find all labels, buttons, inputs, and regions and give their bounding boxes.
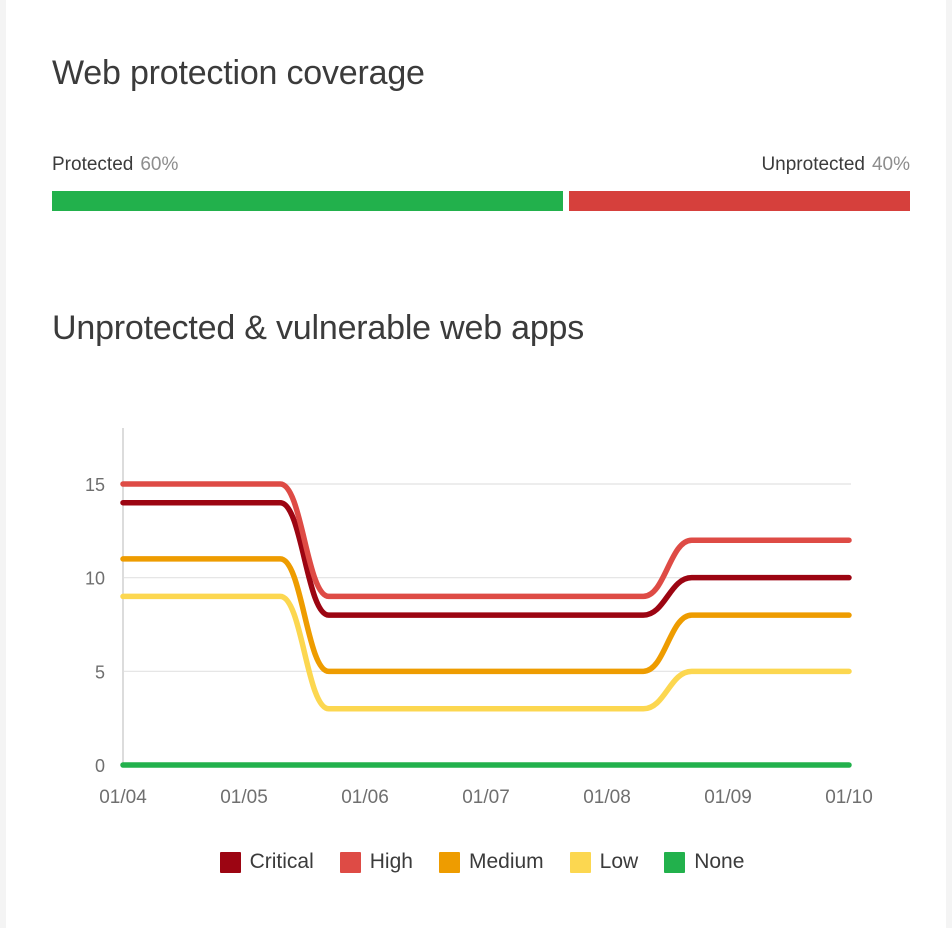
- legend-swatch-none-icon: [664, 851, 686, 873]
- chart-legend: Critical High Medium Low None: [6, 850, 946, 874]
- unprotected-value: 40%: [871, 154, 910, 175]
- coverage-bar-labels: Protected 60% Unprotected 40%: [52, 152, 910, 178]
- chart-y-tick-label: 15: [85, 475, 105, 495]
- unprotected-label: Unprotected: [761, 154, 865, 175]
- chart-y-tick-label: 0: [95, 756, 105, 776]
- coverage-bar-unprotected-segment[interactable]: [569, 191, 910, 211]
- legend-item-high[interactable]: High: [339, 850, 413, 874]
- legend-label: None: [694, 850, 745, 873]
- web-protection-panel: Web protection coverage Protected 60% Un…: [0, 0, 952, 928]
- coverage-section-title: Web protection coverage: [52, 54, 425, 92]
- chart-title: Unprotected & vulnerable web apps: [52, 309, 585, 347]
- legend-swatch-medium-icon: [438, 851, 460, 873]
- coverage-bar-protected-segment[interactable]: [52, 191, 564, 211]
- legend-item-medium[interactable]: Medium: [438, 850, 544, 874]
- vulnerable-web-apps-chart: 0 5 10 15 01/04 01/05 01/06 01/07 01/08 01/09 01/1…: [6, 400, 946, 840]
- chart-x-tick-label: 01/07: [462, 787, 510, 808]
- legend-item-low[interactable]: Low: [569, 850, 639, 874]
- legend-swatch-critical-icon: [219, 851, 241, 873]
- chart-plot-area: 0 5 10 15 01/04 01/05 01/06 01/07 01/08 01/09 01/1…: [85, 428, 873, 808]
- protected-label-group: Protected 60%: [52, 152, 178, 178]
- legend-swatch-high-icon: [339, 851, 361, 873]
- coverage-bar: [52, 191, 910, 211]
- legend-item-none[interactable]: None: [664, 850, 744, 874]
- legend-item-critical[interactable]: Critical: [219, 850, 314, 874]
- protected-value: 60%: [140, 154, 179, 175]
- unprotected-label-group: Unprotected 40%: [761, 152, 910, 178]
- chart-x-tick-label: 01/06: [341, 787, 389, 808]
- legend-label: Low: [599, 850, 639, 873]
- chart-y-tick-label: 5: [95, 662, 105, 682]
- protected-label: Protected: [52, 154, 134, 175]
- legend-label: High: [369, 850, 413, 873]
- chart-x-tick-label: 01/10: [825, 787, 873, 808]
- legend-label: Medium: [468, 850, 544, 873]
- chart-x-tick-label: 01/08: [583, 787, 631, 808]
- legend-swatch-low-icon: [569, 851, 591, 873]
- chart-y-tick-label: 10: [85, 569, 105, 589]
- chart-x-tick-label: 01/05: [220, 787, 268, 808]
- legend-label: Critical: [249, 850, 314, 873]
- chart-x-tick-label: 01/04: [99, 787, 147, 808]
- chart-x-tick-label: 01/09: [704, 787, 752, 808]
